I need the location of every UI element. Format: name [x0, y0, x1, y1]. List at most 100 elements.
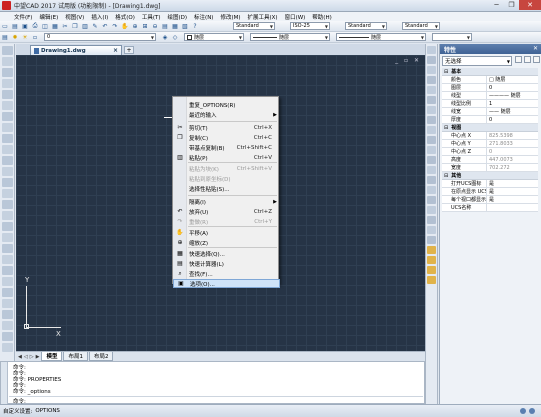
object-snap-icon[interactable] — [427, 46, 436, 54]
dimension-linear-icon[interactable] — [427, 186, 436, 194]
polyline-icon[interactable] — [2, 68, 13, 77]
property-value[interactable]: 是 — [487, 196, 538, 203]
property-value[interactable]: 0 — [487, 84, 538, 91]
command-window-handle[interactable] — [1, 362, 8, 405]
menu-tools[interactable]: 工具(T) — [142, 13, 161, 21]
mirror-icon[interactable] — [2, 288, 13, 297]
menu-edit[interactable]: 编辑(E) — [39, 13, 58, 21]
layer-manager-icon[interactable]: ▤ — [1, 33, 9, 41]
menu-dimension[interactable]: 标注(N) — [194, 13, 213, 21]
lineweight-select[interactable]: 随层 ▼ — [336, 33, 426, 41]
center-snap-icon[interactable] — [427, 86, 436, 94]
properties-title-bar[interactable]: 特性 ✕ — [440, 44, 541, 54]
property-row[interactable]: 线型比例 1 — [442, 100, 538, 108]
quick-select-icon[interactable] — [533, 56, 540, 63]
context-menu-item[interactable]: ▦ 快速选择(Q)... — [173, 249, 280, 258]
zoom-window-icon[interactable]: ⊞ — [141, 22, 149, 30]
toggle-pickadd-icon[interactable] — [515, 56, 522, 63]
menu-extended-tools[interactable]: 扩展工具(X) — [248, 13, 278, 21]
layer-tool-icon[interactable] — [427, 276, 436, 284]
insertion-snap-icon[interactable] — [427, 136, 436, 144]
copy-object-icon[interactable] — [2, 277, 13, 286]
polygon-icon[interactable] — [2, 79, 13, 88]
nearest-snap-icon[interactable] — [427, 156, 436, 164]
make-block-icon[interactable] — [2, 178, 13, 187]
perpendicular-snap-icon[interactable] — [427, 116, 436, 124]
context-menu-item[interactable]: 隔离(I) ▶ — [173, 197, 280, 206]
arc-icon[interactable] — [2, 101, 13, 110]
scale-icon[interactable] — [2, 343, 13, 352]
pan-icon[interactable]: ✋ — [121, 22, 129, 30]
help-icon[interactable]: ? — [191, 22, 199, 30]
publish-icon[interactable]: ▦ — [51, 22, 59, 30]
redo-icon[interactable]: ↷ — [111, 22, 119, 30]
collapse-icon[interactable]: ⊟ — [444, 125, 448, 131]
tab-close-icon[interactable]: × — [113, 47, 118, 54]
dimension-aligned-icon[interactable] — [427, 196, 436, 204]
property-row[interactable]: 中心点 X 825.5398 — [442, 132, 538, 140]
tangent-snap-icon[interactable] — [427, 106, 436, 114]
dimension-angular-icon[interactable] — [427, 216, 436, 224]
text-style-select[interactable]: Standard ▼ — [233, 22, 275, 30]
context-menu-item[interactable]: ↶ 放弃(U) Ctrl+Z — [173, 207, 280, 216]
table-style-select[interactable]: Standard ▼ — [345, 22, 387, 30]
menu-format[interactable]: 格式(O) — [115, 13, 135, 21]
new-file-icon[interactable]: ▭ — [1, 22, 9, 30]
color-select[interactable]: 随层 ▼ — [184, 33, 244, 41]
spline-icon[interactable] — [2, 134, 13, 143]
ellipse-icon[interactable] — [2, 145, 13, 154]
palette-close-icon[interactable]: ✕ — [533, 45, 538, 52]
collapse-icon[interactable]: ⊟ — [444, 69, 448, 75]
paste-icon[interactable]: ▥ — [81, 22, 89, 30]
copy-icon[interactable]: ❐ — [71, 22, 79, 30]
layer-select[interactable]: 0 ▼ — [44, 33, 156, 41]
canvas-window-controls[interactable]: _ ▫ ✕ — [395, 57, 421, 64]
cut-icon[interactable]: ✂ — [61, 22, 69, 30]
property-row[interactable]: 图层 0 — [442, 84, 538, 92]
tool-palette-icon[interactable]: ▧ — [181, 22, 189, 30]
property-value[interactable] — [487, 204, 538, 211]
region-icon[interactable] — [2, 222, 13, 231]
intersection-snap-icon[interactable] — [427, 76, 436, 84]
context-menu-item[interactable]: 最近的输入 ▶ — [173, 110, 280, 119]
property-row[interactable]: 在原点显示 UCS ...是 — [442, 188, 538, 196]
table-icon[interactable] — [2, 233, 13, 242]
select-objects-icon[interactable] — [524, 56, 531, 63]
property-value[interactable]: □ 随层 — [487, 76, 538, 83]
properties-icon[interactable]: ▤ — [161, 22, 169, 30]
offset-icon[interactable] — [2, 299, 13, 308]
context-menu-item[interactable]: ▥ 粘贴(P) Ctrl+V — [173, 153, 280, 162]
hatch-icon[interactable] — [2, 200, 13, 209]
context-menu-item[interactable]: ▣ 选项(O)... — [173, 279, 280, 288]
layer-tool-icon[interactable] — [427, 266, 436, 274]
last-tab-arrow-icon[interactable]: ▶ — [36, 354, 40, 360]
command-input[interactable]: 命令: — [9, 396, 423, 405]
menu-insert[interactable]: 插入(I) — [91, 13, 108, 21]
context-menu-item[interactable]: ▤ 快速计算器(L) — [173, 259, 280, 268]
property-value[interactable]: —— 随层 — [487, 108, 538, 115]
undo-icon[interactable]: ↶ — [101, 22, 109, 30]
midpoint-snap-icon[interactable] — [427, 66, 436, 74]
property-row[interactable]: 颜色 □ 随层 — [442, 76, 538, 84]
quadrant-snap-icon[interactable] — [427, 96, 436, 104]
context-menu-item[interactable]: ⌕ 查找(F)... — [173, 269, 280, 278]
property-row[interactable]: 厚度 0 — [442, 116, 538, 124]
menu-view[interactable]: 视图(V) — [65, 13, 84, 21]
parallel-snap-icon[interactable] — [427, 126, 436, 134]
multiline-text-icon[interactable] — [2, 244, 13, 253]
gradient-icon[interactable] — [2, 211, 13, 220]
circle-icon[interactable] — [2, 112, 13, 121]
tray-settings-icon[interactable] — [529, 408, 535, 414]
menu-window[interactable]: 窗口(W) — [285, 13, 306, 21]
property-row[interactable]: 宽度 702.272 — [442, 164, 538, 172]
sun-icon[interactable]: ☀ — [21, 33, 29, 41]
collapse-icon[interactable]: ⊟ — [444, 173, 448, 179]
line-icon[interactable] — [2, 46, 13, 55]
linetype-select[interactable]: 随层 ▼ — [250, 33, 330, 41]
property-value[interactable]: 1 — [487, 100, 538, 107]
layer-previous-icon[interactable]: ◇ — [171, 33, 179, 41]
context-menu-item[interactable]: ⊕ 缩放(Z) — [173, 238, 280, 247]
selection-select[interactable]: 无选择 ▼ — [442, 56, 512, 66]
tray-status-icon[interactable] — [520, 408, 526, 414]
layer-tool-icon[interactable] — [427, 246, 436, 254]
